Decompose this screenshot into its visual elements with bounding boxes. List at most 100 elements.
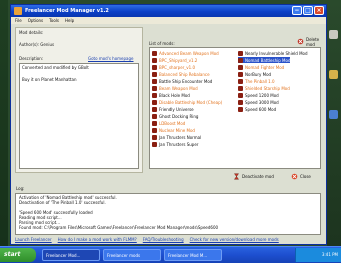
desktop-icon[interactable] <box>329 30 338 39</box>
mod-name: Friendly Universe <box>159 106 194 112</box>
mod-list-item[interactable]: Battle Ship Encounter Mod <box>152 78 212 84</box>
clock[interactable]: 3:41 PM <box>322 252 338 257</box>
mod-icon <box>152 99 157 105</box>
mod-icon <box>238 85 243 91</box>
mod-list-item[interactable]: Nomad Battleship Mod <box>238 57 291 63</box>
menu-options[interactable]: Options <box>28 17 43 24</box>
mod-list[interactable]: Advanced Beam Weapon Mod BPC_Shipyard_v1.… <box>149 47 321 169</box>
mod-list-item[interactable]: Ghost Docking Ring <box>152 113 198 119</box>
mod-name: BPC_sharper_v1.0 <box>159 64 196 70</box>
mod-name: Jan Thrusters Normal <box>159 134 202 140</box>
menu-file[interactable]: File <box>15 17 22 24</box>
howto-link[interactable]: How do I make a mod work with FLMM? <box>58 237 137 243</box>
menu-help[interactable]: Help <box>65 17 74 24</box>
mod-list-item[interactable]: Nuclear Mine Mod <box>152 127 195 133</box>
taskbar-item[interactable]: Freelancer Mod... <box>42 249 100 261</box>
mod-name: Battle Ship Encounter Mod <box>159 78 213 84</box>
mod-name: Nomad Battleship Mod <box>245 57 291 63</box>
mod-name: Jan Thrusters Super <box>159 141 199 147</box>
system-tray: 3:41 PM <box>295 248 341 262</box>
taskbar-item[interactable]: Freelancer mods <box>103 249 161 261</box>
desktop-left-edge <box>0 0 8 262</box>
homepage-link[interactable]: Goto mod's homepage <box>88 56 134 61</box>
mod-list-item[interactable]: Shielded Starship Mod <box>238 85 290 91</box>
deactivate-mod-label: Deactivate mod <box>242 174 274 179</box>
mod-name: NorBury Mod <box>245 71 272 77</box>
mod-icon <box>152 71 157 77</box>
mod-list-item[interactable]: Speed 600 Mod <box>238 106 276 112</box>
start-button[interactable]: start <box>0 248 36 262</box>
taskbar-item[interactable]: Freelancer Mod M... <box>164 249 222 261</box>
mod-name: Ghost Docking Ring <box>159 113 199 119</box>
mod-details-panel: Mod details: Author(s): Genius Descripti… <box>15 27 143 173</box>
mod-list-item[interactable]: BPC_Shipyard_v1.2 <box>152 57 197 63</box>
taskbar: start Freelancer Mod... Freelancer mods … <box>0 246 341 263</box>
mod-list-item[interactable]: BPC_sharper_v1.0 <box>152 64 195 70</box>
mod-icon <box>152 141 157 147</box>
mod-list-item[interactable]: Beam Weapon Mod <box>152 85 198 91</box>
mod-list-item[interactable]: Jan Thrusters Super <box>152 141 198 147</box>
mod-icon <box>238 106 243 112</box>
mod-name: The Pinball 1.0 <box>245 78 275 84</box>
mod-name: Beam Weapon Mod <box>159 85 198 91</box>
mod-icon <box>238 71 243 77</box>
log-textbox[interactable]: Activation of 'Nomad Battleship mod' suc… <box>15 193 321 235</box>
desktop-icon[interactable] <box>329 70 338 79</box>
mod-name: Balanced Ship Rebalance <box>159 71 210 77</box>
launch-freelancer-link[interactable]: Launch Freelancer <box>15 237 52 243</box>
minimize-button[interactable]: ‒ <box>292 6 302 15</box>
mod-list-item[interactable]: Balanced Ship Rebalance <box>152 71 210 77</box>
link-bar: Launch Freelancer How do I make a mod wo… <box>15 237 321 243</box>
delete-mod-button[interactable]: Delete mod <box>297 37 326 47</box>
close-button[interactable]: Close <box>291 172 311 181</box>
mod-icon <box>238 64 243 70</box>
mod-list-item[interactable]: Speed 1200 Mod <box>238 92 279 98</box>
description-line: Buy it on Planet Manhattan <box>22 77 77 82</box>
mod-list-item[interactable]: Friendly Universe <box>152 106 194 112</box>
mod-name: Nearly Invulnerable Shield Mod <box>245 50 308 56</box>
mod-icon <box>152 134 157 140</box>
mod-name: BPC_Shipyard_v1.2 <box>159 57 198 63</box>
mod-list-item[interactable]: Nearly Invulnerable Shield Mod <box>238 50 308 56</box>
mod-icon <box>152 78 157 84</box>
menu-tools[interactable]: Tools <box>49 17 59 24</box>
mod-icon <box>152 120 157 126</box>
app-icon <box>14 7 22 15</box>
desktop-icon[interactable] <box>329 110 338 119</box>
description-textbox[interactable]: Converted and modified by GBolt Buy it o… <box>19 63 139 169</box>
mod-list-item[interactable]: The Pinball 1.0 <box>238 78 275 84</box>
log-line: Found mod: C:\Program Files\Microsoft Ga… <box>19 225 219 230</box>
mod-icon <box>152 92 157 98</box>
desktop-right-edge <box>327 0 341 262</box>
mod-details-heading: Mod details: <box>19 30 44 35</box>
mod-list-heading: List of mods: <box>149 41 175 46</box>
close-icon <box>291 173 298 180</box>
mod-list-item[interactable]: Nomad Fighter Mod <box>238 64 284 70</box>
mod-name: Advanced Beam Weapon Mod <box>159 50 219 56</box>
mod-name: Shielded Starship Mod <box>245 85 290 91</box>
mod-icon <box>152 106 157 112</box>
mod-name: LDBoost Mod <box>159 120 186 126</box>
mod-icon <box>152 64 157 70</box>
delete-icon <box>297 38 304 45</box>
close-label: Close <box>300 174 311 179</box>
deactivate-mod-button[interactable]: Deactivate mod <box>233 172 274 181</box>
maximize-button[interactable]: □ <box>303 6 313 15</box>
mod-name: Speed 600 Mod <box>245 106 277 112</box>
close-window-button[interactable]: × <box>314 6 324 15</box>
mod-icon <box>238 92 243 98</box>
mod-name: Black Hole Mod <box>159 92 190 98</box>
check-version-link[interactable]: Check for new version/download more mods <box>190 237 279 243</box>
mod-list-item[interactable]: Black Hole Mod <box>152 92 190 98</box>
faq-link[interactable]: FAQ/Troubleshooting <box>143 237 184 243</box>
mod-list-item[interactable]: NorBury Mod <box>238 71 271 77</box>
mod-icon <box>152 85 157 91</box>
mod-list-item[interactable]: LDBoost Mod <box>152 120 185 126</box>
mod-list-item[interactable]: Jan Thrusters Normal <box>152 134 201 140</box>
title-bar[interactable]: Freelancer Mod Manager v1.2 ‒ □ × <box>11 5 326 17</box>
mod-list-item[interactable]: Disable Battleship Mod (Cheap) <box>152 99 222 105</box>
author-label: Author(s): Genius <box>19 42 55 47</box>
mod-list-item[interactable]: Speed 3000 Mod <box>238 99 279 105</box>
mod-list-item[interactable]: Advanced Beam Weapon Mod <box>152 50 219 56</box>
mod-icon <box>152 57 157 63</box>
